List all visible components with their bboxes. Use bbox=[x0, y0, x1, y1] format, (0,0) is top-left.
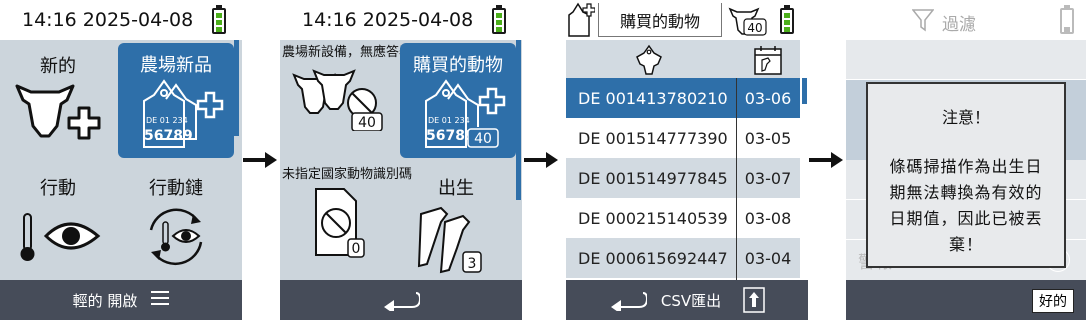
tile-action-label: 行動 bbox=[40, 178, 76, 199]
animal-date: 03-08 bbox=[744, 208, 792, 228]
back-arrow-icon[interactable] bbox=[609, 289, 647, 311]
ear-tag-column-icon[interactable] bbox=[634, 44, 664, 76]
status-bar: 14:16 2025-04-08 bbox=[280, 0, 522, 40]
menu-grid: 新的 農場新品 DE 01 234 56789 行動 行動鏈 bbox=[0, 40, 242, 280]
thermometer-eye-icon bbox=[20, 213, 101, 261]
tile-action[interactable]: 行動 bbox=[0, 162, 116, 277]
tag-code-text: DE 01 234 bbox=[428, 116, 470, 125]
battery-icon bbox=[1060, 5, 1074, 34]
bottom-bar: CSV匯出 bbox=[566, 280, 808, 320]
tile-birth-label: 出生 bbox=[438, 178, 474, 199]
battery-icon bbox=[492, 5, 506, 34]
scrollbar-thumb[interactable] bbox=[802, 78, 807, 104]
animal-id: DE 000615692447 bbox=[578, 248, 728, 268]
screen-warning-dialog: 過濾 警報 注意！ 條碼掃描作為出生日期無法轉換為有效的日期值，因此已被丟棄！ … bbox=[846, 0, 1086, 320]
tag-code-text: DE 01 234 bbox=[146, 116, 188, 125]
tile-farm-new-no-transponder[interactable]: 農場新設備，無應答器 40 bbox=[280, 40, 413, 155]
status-bar: 14:16 2025-04-08 bbox=[0, 0, 242, 40]
csv-export-button[interactable]: CSV匯出 bbox=[661, 290, 721, 311]
count-badge: 0 bbox=[352, 241, 361, 257]
submenu-grid: 農場新設備，無應答器 40 購買的動物 DE 01 234 56789 40 未… bbox=[280, 40, 522, 280]
count-badge: 3 bbox=[468, 256, 477, 272]
menu-toggle-label[interactable]: 輕的 開啟 bbox=[73, 290, 138, 311]
list-title-box: 購買的動物 bbox=[598, 3, 722, 37]
animal-id: DE 001413780210 bbox=[578, 88, 728, 108]
header-count: 40 bbox=[747, 21, 762, 35]
flow-arrow-icon bbox=[809, 152, 843, 168]
filter-label: 過濾 bbox=[942, 15, 976, 35]
table-row[interactable]: DE 000615692447 03-04 bbox=[566, 238, 800, 278]
tile-unspecified-country-id-label: 未指定國家動物識別碼 bbox=[282, 167, 413, 182]
scrollbar-thumb[interactable] bbox=[516, 40, 521, 200]
list-header: 購買的動物 40 bbox=[566, 0, 808, 40]
warning-dialog: 注意！ 條碼掃描作為出生日期無法轉換為有效的日期值，因此已被丟棄！ bbox=[866, 82, 1066, 268]
battery-icon bbox=[780, 5, 794, 34]
ok-button[interactable]: 好的 bbox=[1032, 289, 1074, 313]
screen-new-submenu: 14:16 2025-04-08 農場新設備，無應答器 40 購買的動物 DE … bbox=[280, 0, 522, 320]
count-badge: 40 bbox=[474, 131, 492, 147]
tile-new-label: 新的 bbox=[40, 56, 76, 77]
column-header-row bbox=[566, 40, 800, 78]
stork-icon: 3 bbox=[417, 206, 482, 274]
status-bar: 過濾 bbox=[846, 0, 1086, 40]
animal-id: DE 001514777390 bbox=[578, 128, 728, 148]
screen-main-menu: 14:16 2025-04-08 新的 農場新品 DE 01 234 56789… bbox=[0, 0, 242, 320]
back-arrow-icon[interactable] bbox=[382, 289, 420, 311]
document-no-id-icon: 0 bbox=[315, 188, 365, 258]
tile-birth[interactable]: 出生 3 bbox=[398, 162, 514, 277]
animal-date: 03-07 bbox=[744, 168, 792, 188]
upload-icon[interactable] bbox=[743, 287, 765, 313]
tile-purchased-animals[interactable]: 購買的動物 DE 01 234 56789 40 bbox=[400, 43, 516, 158]
tag-number-text: 56789 bbox=[144, 128, 193, 144]
dialog-title: 注意！ bbox=[941, 108, 990, 127]
tile-farm-new-no-transponder-label: 農場新設備，無應答器 bbox=[282, 45, 413, 60]
bottom-bar bbox=[280, 280, 522, 320]
table-row[interactable]: DE 001514977845 03-07 bbox=[566, 158, 800, 198]
animal-id: DE 001514977845 bbox=[578, 168, 728, 188]
status-time: 14:16 2025-04-08 bbox=[302, 9, 474, 31]
screen-animal-list: 購買的動物 40 DE 001413780210 03-06 DE 001514… bbox=[566, 0, 808, 320]
column-divider bbox=[736, 78, 737, 280]
tile-unspecified-country-id[interactable]: 未指定國家動物識別碼 0 bbox=[280, 162, 413, 277]
animal-date: 03-05 bbox=[744, 128, 792, 148]
tile-new[interactable]: 新的 bbox=[0, 40, 116, 155]
flow-arrow-icon bbox=[243, 152, 277, 168]
tile-purchased-animals-label: 購買的動物 bbox=[413, 55, 503, 76]
bottom-bar: 輕的 開啟 bbox=[0, 280, 242, 320]
bg-row bbox=[846, 40, 1086, 80]
dialog-message: 條碼掃描作為出生日期無法轉換為有效的日期值，因此已被丟棄！ bbox=[889, 157, 1043, 254]
dimmed-background: 警報 注意！ 條碼掃描作為出生日期無法轉換為有效的日期值，因此已被丟棄！ bbox=[846, 40, 1086, 280]
animal-date: 03-06 bbox=[744, 88, 792, 108]
ear-tag-plus-icon: DE 01 234 56789 40 bbox=[425, 79, 506, 148]
tile-farm-new-label: 農場新品 bbox=[140, 55, 212, 76]
tile-action-chain[interactable]: 行動鏈 bbox=[118, 162, 234, 277]
hamburger-icon[interactable] bbox=[151, 291, 170, 309]
table-row[interactable]: DE 001413780210 03-06 bbox=[566, 78, 800, 118]
status-time: 14:16 2025-04-08 bbox=[22, 9, 194, 31]
flow-arrow-icon bbox=[524, 152, 558, 168]
tile-action-chain-label: 行動鏈 bbox=[149, 178, 203, 199]
ear-tag-plus-icon bbox=[568, 2, 595, 37]
ear-tag-plus-icon: DE 01 234 56789 bbox=[143, 79, 224, 148]
animal-id: DE 000215140539 bbox=[578, 208, 728, 228]
cow-count-icon: 40 bbox=[728, 7, 767, 36]
battery-icon bbox=[212, 5, 226, 34]
animal-date: 03-04 bbox=[744, 248, 792, 268]
table-row[interactable]: DE 001514777390 03-05 bbox=[566, 118, 800, 158]
list-title: 購買的動物 bbox=[619, 11, 700, 31]
calendar-stork-column-icon[interactable] bbox=[752, 44, 784, 76]
tile-farm-new[interactable]: 農場新品 DE 01 234 56789 bbox=[118, 43, 234, 158]
cows-no-transponder-icon: 40 bbox=[292, 69, 383, 131]
filter-icon[interactable] bbox=[912, 8, 934, 32]
count-badge: 40 bbox=[358, 115, 376, 131]
scrollbar-thumb[interactable] bbox=[234, 40, 239, 136]
table-row[interactable]: DE 000215140539 03-08 bbox=[566, 198, 800, 238]
cycle-thermometer-eye-icon bbox=[149, 208, 203, 266]
cow-plus-icon bbox=[15, 84, 101, 140]
